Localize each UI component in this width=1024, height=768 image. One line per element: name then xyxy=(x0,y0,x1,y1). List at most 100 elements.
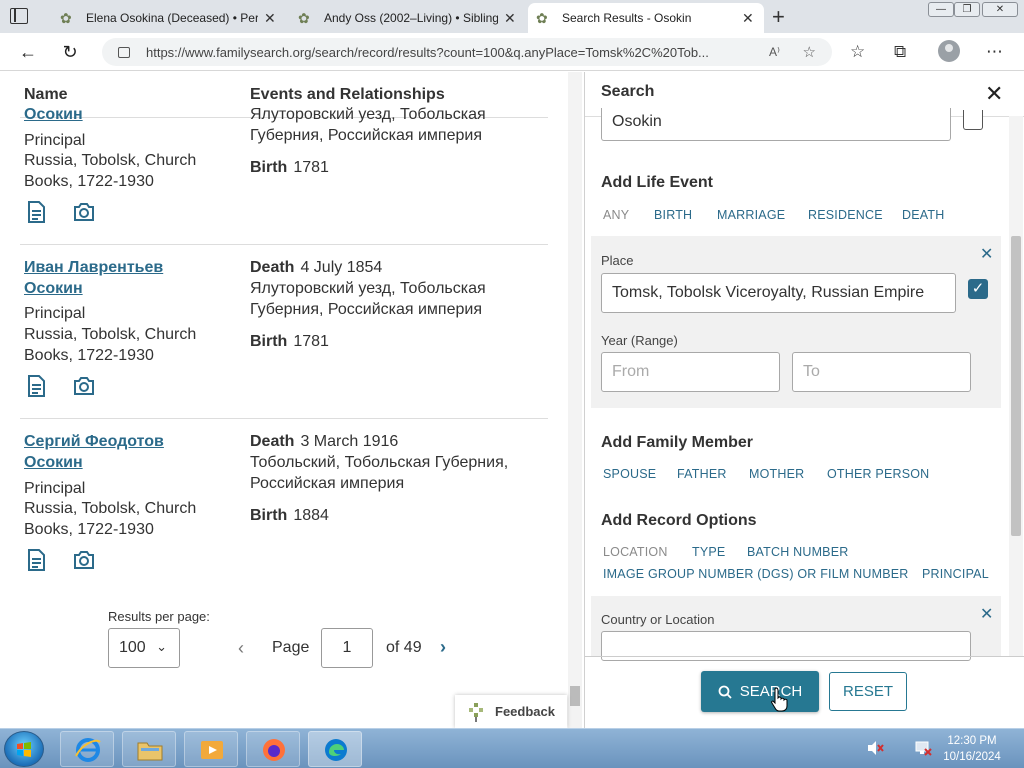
row-divider xyxy=(20,244,548,245)
close-icon[interactable]: ✕ xyxy=(985,81,1003,107)
page-number-input[interactable]: 1 xyxy=(321,628,373,668)
record-document-icon[interactable] xyxy=(24,548,48,572)
next-page-icon[interactable]: › xyxy=(440,637,446,658)
birth-event: Birth 1781 xyxy=(250,157,540,178)
birth-year: 1884 xyxy=(293,507,329,524)
year-to-input[interactable]: To xyxy=(792,352,971,392)
record-document-icon[interactable] xyxy=(24,200,48,224)
record-image-camera-icon[interactable] xyxy=(72,548,96,572)
panel-footer-divider xyxy=(585,656,1024,657)
search-panel-scrollbar[interactable] xyxy=(1009,116,1023,656)
tab-actions-icon[interactable] xyxy=(10,8,28,24)
results-per-page-select[interactable]: 100 ⌄ xyxy=(108,628,180,668)
surname-exact-checkbox[interactable] xyxy=(963,110,983,130)
restore-icon[interactable]: ❐ xyxy=(954,2,980,17)
life-event-residence[interactable]: RESIDENCE xyxy=(808,208,883,222)
location-box: ✕ Country or Location xyxy=(591,596,1001,661)
close-tab-icon[interactable]: ✕ xyxy=(504,10,518,27)
refresh-icon[interactable]: ↻ xyxy=(58,40,82,64)
record-name-link[interactable]: Осокин xyxy=(24,104,214,125)
add-favorite-icon[interactable]: ☆ xyxy=(803,43,816,61)
system-clock[interactable]: 12:30 PM 10/16/2024 xyxy=(936,733,1008,765)
death-place: Ялуторовский уезд, Тобольская Губерния, … xyxy=(250,280,486,318)
record-option-film-number[interactable]: IMAGE GROUP NUMBER (DGS) OR FILM NUMBER xyxy=(603,567,909,581)
family-father[interactable]: FATHER xyxy=(677,467,727,481)
read-aloud-icon[interactable]: A⁾ xyxy=(769,45,780,59)
feedback-tree-icon xyxy=(469,702,483,722)
reset-button[interactable]: RESET xyxy=(829,672,907,711)
scrollbar-thumb[interactable] xyxy=(570,686,580,706)
record-role: Principal xyxy=(24,305,86,322)
volume-muted-icon[interactable] xyxy=(866,740,884,756)
death-label: Death xyxy=(250,433,295,450)
record-option-principal[interactable]: PRINCIPAL xyxy=(922,567,989,581)
record-option-type[interactable]: TYPE xyxy=(692,545,725,559)
place-value: Tomsk, Tobolsk Viceroyalty, Russian Empi… xyxy=(612,284,925,301)
record-option-location[interactable]: LOCATION xyxy=(603,545,668,559)
family-mother[interactable]: MOTHER xyxy=(749,467,804,481)
birth-label: Birth xyxy=(250,333,288,350)
familysearch-tree-icon: ✿ xyxy=(298,10,310,26)
file-explorer-taskbar[interactable] xyxy=(122,731,176,767)
page-label: Page xyxy=(272,639,310,656)
close-tab-icon[interactable]: ✕ xyxy=(742,10,756,27)
firefox-taskbar[interactable] xyxy=(246,731,300,767)
record-option-batch-number[interactable]: BATCH NUMBER xyxy=(747,545,848,559)
birth-label: Birth xyxy=(250,507,288,524)
record-image-camera-icon[interactable] xyxy=(72,200,96,224)
birth-label: Birth xyxy=(250,159,288,176)
start-button[interactable] xyxy=(4,731,44,767)
new-tab-icon[interactable]: + xyxy=(772,4,785,30)
year-from-input[interactable]: From xyxy=(601,352,780,392)
family-spouse[interactable]: SPOUSE xyxy=(603,467,656,481)
search-button[interactable]: SEARCH xyxy=(701,671,819,712)
place-input[interactable]: Tomsk, Tobolsk Viceroyalty, Russian Empi… xyxy=(601,273,956,313)
favorites-icon[interactable]: ☆ xyxy=(850,42,865,62)
collections-icon[interactable]: ⧉ xyxy=(894,42,906,62)
previous-page-icon[interactable]: ‹ xyxy=(238,638,244,659)
record-image-camera-icon[interactable] xyxy=(72,374,96,398)
address-bar[interactable]: https://www.familysearch.org/search/reco… xyxy=(102,38,832,66)
record-name-link[interactable]: Иван Лаврентьев Осокин xyxy=(24,257,214,299)
page-total: of 49 xyxy=(386,639,422,656)
record-name-link[interactable]: Сергий Феодотов Осокин xyxy=(24,431,214,473)
browser-tab-andy[interactable]: ✿ Andy Oss (2002–Living) • Sibling ✕ xyxy=(290,3,526,33)
tab-title: Search Results - Osokin xyxy=(562,11,692,25)
life-event-birth[interactable]: BIRTH xyxy=(654,208,692,222)
windows-logo-icon xyxy=(17,742,31,757)
death-date: 4 July 1854 xyxy=(300,259,383,276)
place-exact-checkbox[interactable]: ✓ xyxy=(968,279,988,299)
life-event-death[interactable]: DEATH xyxy=(902,208,944,222)
remove-life-event-icon[interactable]: ✕ xyxy=(980,244,993,264)
profile-avatar[interactable] xyxy=(938,40,960,62)
media-player-taskbar[interactable] xyxy=(184,731,238,767)
browser-tab-elena[interactable]: ✿ Elena Osokina (Deceased) • Pers ✕ xyxy=(52,3,286,33)
remove-location-icon[interactable]: ✕ xyxy=(980,604,993,624)
edge-taskbar[interactable] xyxy=(308,731,362,767)
record-document-icon[interactable] xyxy=(24,374,48,398)
life-event-any[interactable]: ANY xyxy=(603,208,629,222)
internet-explorer-taskbar[interactable] xyxy=(60,731,114,767)
results-scrollbar[interactable] xyxy=(568,72,582,728)
life-event-marriage[interactable]: MARRIAGE xyxy=(717,208,785,222)
more-menu-icon[interactable]: ⋯ xyxy=(986,42,1003,62)
network-error-icon[interactable] xyxy=(914,740,932,756)
surname-input[interactable]: Osokin xyxy=(601,108,951,141)
window-close-icon[interactable]: ✕ xyxy=(982,2,1018,17)
hand-pointer-icon xyxy=(771,687,788,712)
scrollbar-thumb[interactable] xyxy=(1011,236,1021,536)
close-tab-icon[interactable]: ✕ xyxy=(264,10,278,27)
results-per-page-value: 100 xyxy=(119,639,146,656)
search-panel: Search ✕ Osokin Add Life Event ANY BIRTH… xyxy=(584,72,1024,728)
birth-event: Birth 1781 xyxy=(250,331,540,352)
feedback-button[interactable]: Feedback xyxy=(455,695,567,728)
year-from-placeholder: From xyxy=(612,363,650,380)
place-label: Place xyxy=(601,253,634,268)
minimize-icon[interactable]: — xyxy=(928,2,954,17)
browser-tab-search-results[interactable]: ✿ Search Results - Osokin ✕ xyxy=(528,3,764,33)
family-other-person[interactable]: OTHER PERSON xyxy=(827,467,929,481)
back-icon[interactable]: ← xyxy=(16,40,40,64)
url-text: https://www.familysearch.org/search/reco… xyxy=(146,44,709,60)
life-event-box: ✕ Place Tomsk, Tobolsk Viceroyalty, Russ… xyxy=(591,236,1001,408)
column-header-name[interactable]: Name xyxy=(24,86,68,104)
